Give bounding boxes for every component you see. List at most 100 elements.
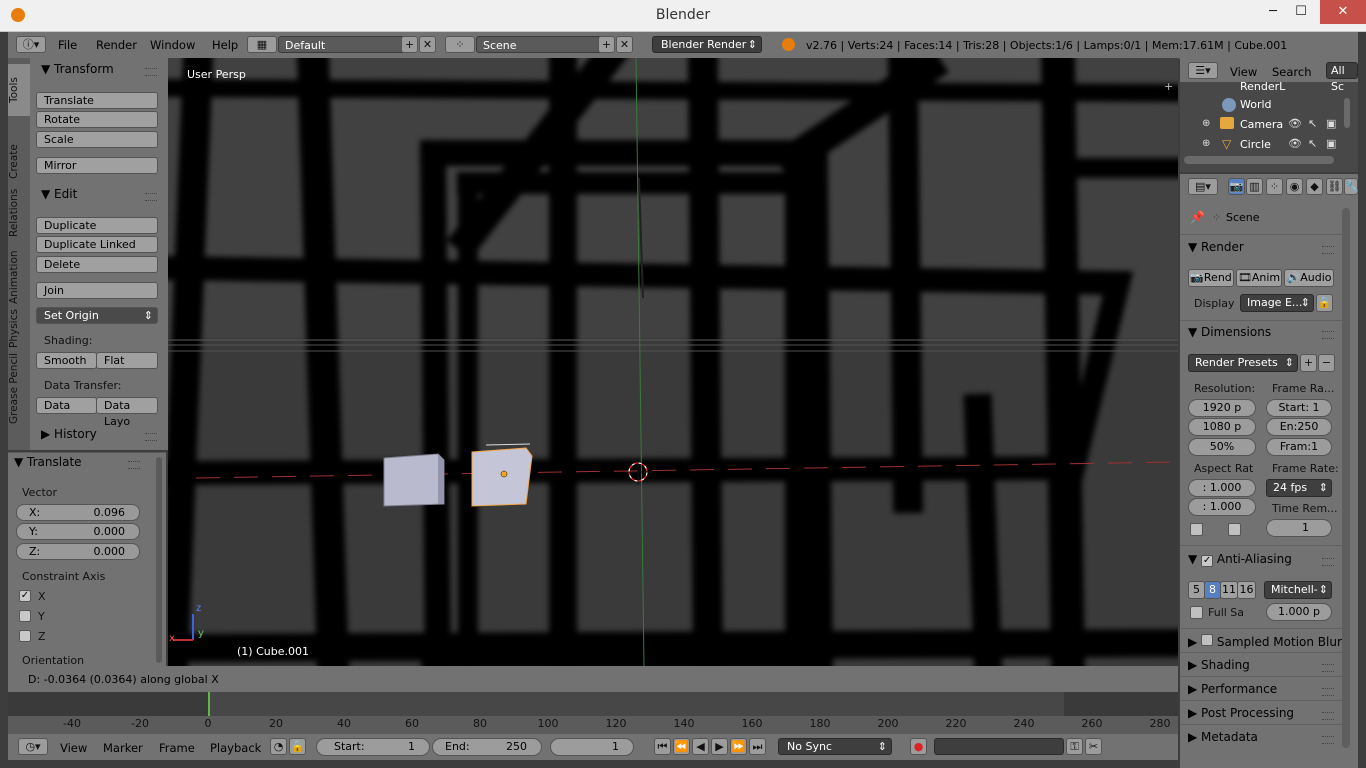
- set-origin-dropdown[interactable]: Set Origin ⇕: [36, 307, 158, 324]
- vector-z-field[interactable]: Z: 0.000: [16, 543, 140, 560]
- data-layout-button[interactable]: Data Layo: [96, 397, 158, 428]
- keying-set-field[interactable]: [934, 738, 1064, 755]
- add-layout-icon[interactable]: +: [401, 36, 418, 53]
- all-scenes-dropdown[interactable]: All Sc: [1326, 62, 1358, 93]
- outliner-editor-icon[interactable]: ☰▾: [1188, 62, 1218, 79]
- drag-grip-icon[interactable]: [1322, 664, 1334, 672]
- edit-panel-header[interactable]: ▼ Edit: [41, 187, 77, 201]
- delete-keyframe-icon[interactable]: ✂: [1085, 738, 1102, 755]
- properties-scrollbar[interactable]: [1342, 208, 1350, 748]
- drag-grip-icon[interactable]: [1322, 688, 1334, 696]
- border-checkbox[interactable]: [1190, 523, 1203, 536]
- end-frame-field[interactable]: End: 250: [432, 738, 542, 756]
- scene-field[interactable]: Scene: [476, 36, 606, 53]
- drag-grip-icon[interactable]: [145, 193, 157, 201]
- frame-step-field[interactable]: Fram:1: [1266, 438, 1332, 456]
- aa-samples-16[interactable]: 16: [1237, 581, 1256, 599]
- record-icon[interactable]: ●: [910, 738, 927, 755]
- lock-range-icon[interactable]: 🔒: [289, 738, 306, 755]
- constraints-context-icon[interactable]: ⛓: [1326, 178, 1343, 195]
- delete-scene-icon[interactable]: ✕: [616, 36, 633, 53]
- constraint-x-checkbox[interactable]: ✓: [19, 590, 31, 602]
- render-audio-button[interactable]: 🔊Audio: [1284, 269, 1334, 287]
- antialiasing-checkbox[interactable]: ✓: [1201, 555, 1214, 567]
- motion-blur-section-header[interactable]: ▶ Sampled Motion Blur: [1188, 634, 1342, 649]
- remove-preset-icon[interactable]: −: [1318, 354, 1335, 372]
- jump-next-key-icon[interactable]: ⏩: [730, 738, 747, 755]
- resolution-percent-field[interactable]: 50%: [1188, 438, 1256, 456]
- transform-panel-header[interactable]: ▼ Transform: [41, 62, 114, 76]
- display-dropdown[interactable]: Image E... ⇕: [1240, 294, 1314, 312]
- sync-dropdown[interactable]: No Sync ⇕: [778, 738, 892, 755]
- selectability-cursor-icon[interactable]: ↖: [1308, 117, 1317, 130]
- current-frame-field[interactable]: 1: [550, 738, 634, 756]
- outliner-item-world[interactable]: World: [1240, 98, 1272, 111]
- lock-interface-icon[interactable]: 🔒: [1316, 294, 1333, 312]
- flat-button[interactable]: Flat: [96, 352, 158, 369]
- menu-file[interactable]: File: [58, 38, 77, 52]
- visibility-eye-icon[interactable]: 👁: [1288, 137, 1302, 150]
- smooth-button[interactable]: Smooth: [36, 352, 97, 369]
- translate-operator-header[interactable]: ▼ Translate: [14, 455, 82, 469]
- scene-context-icon[interactable]: ⁘: [1266, 178, 1283, 195]
- delete-layout-icon[interactable]: ✕: [419, 36, 436, 53]
- drag-grip-icon[interactable]: [1322, 736, 1334, 744]
- aa-samples-5[interactable]: 5: [1188, 581, 1205, 599]
- data-transfer-button[interactable]: Data: [36, 397, 97, 414]
- 3d-viewport[interactable]: User Persp (1) Cube.001 z y x +: [168, 58, 1178, 666]
- screen-layout-icon[interactable]: ▦: [247, 36, 277, 53]
- outliner-menu-search[interactable]: Search: [1272, 65, 1312, 79]
- outliner-menu-view[interactable]: View: [1230, 65, 1257, 79]
- render-still-button[interactable]: 📷Rend: [1188, 269, 1234, 287]
- shading-section-header[interactable]: ▶ Shading: [1188, 658, 1250, 672]
- add-region-icon[interactable]: +: [1164, 81, 1174, 92]
- add-scene-icon[interactable]: +: [598, 36, 615, 53]
- frame-rate-dropdown[interactable]: 24 fps ⇕: [1266, 479, 1332, 497]
- outliner-hscrollbar[interactable]: [1184, 156, 1334, 164]
- outliner-item-camera[interactable]: Camera: [1240, 118, 1283, 131]
- play-reverse-icon[interactable]: ◀: [692, 738, 709, 755]
- post-processing-section-header[interactable]: ▶ Post Processing: [1188, 706, 1294, 720]
- time-remap-field[interactable]: 1: [1266, 519, 1332, 537]
- drag-grip-icon[interactable]: [1322, 331, 1334, 339]
- outliner-item-renderlayers[interactable]: RenderL: [1240, 80, 1285, 93]
- menu-window[interactable]: Window: [150, 38, 195, 52]
- render-section-header[interactable]: ▼ Render: [1188, 240, 1244, 254]
- scale-button[interactable]: Scale: [36, 131, 158, 148]
- timeline-editor-icon[interactable]: ◷▾: [18, 738, 48, 755]
- editor-type-icon[interactable]: ⓘ▾: [16, 36, 46, 53]
- constraint-z-checkbox[interactable]: [19, 630, 31, 642]
- jump-start-icon[interactable]: ⏮: [654, 738, 671, 755]
- timeline-menu-playback[interactable]: Playback: [210, 741, 261, 755]
- vector-y-field[interactable]: Y: 0.000: [16, 523, 140, 540]
- drag-grip-icon[interactable]: [1322, 558, 1334, 566]
- modifiers-context-icon[interactable]: 🔧: [1344, 178, 1359, 195]
- object-context-icon[interactable]: ◆: [1306, 178, 1323, 195]
- drag-grip-icon[interactable]: [128, 461, 140, 469]
- outliner-item-circle[interactable]: Circle: [1240, 138, 1271, 151]
- aspect-x-field[interactable]: : 1.000: [1188, 479, 1256, 497]
- tab-tools[interactable]: Tools: [8, 64, 30, 116]
- constraint-y-checkbox[interactable]: [19, 610, 31, 622]
- menu-render[interactable]: Render: [96, 38, 137, 52]
- tab-grease-pencil[interactable]: Grease Pencil: [8, 338, 30, 438]
- drag-grip-icon[interactable]: [145, 433, 157, 441]
- render-layers-context-icon[interactable]: ▥: [1246, 178, 1263, 195]
- close-window-button[interactable]: ✕: [1320, 0, 1366, 24]
- antialiasing-section-header[interactable]: ▼ ✓ Anti-Aliasing: [1188, 552, 1292, 567]
- timeline-menu-view[interactable]: View: [60, 741, 87, 755]
- performance-section-header[interactable]: ▶ Performance: [1188, 682, 1277, 696]
- add-preset-icon[interactable]: +: [1300, 354, 1317, 372]
- render-engine-dropdown[interactable]: Blender Render ⇕: [652, 36, 762, 53]
- maximize-button[interactable]: ☐: [1284, 0, 1318, 24]
- crop-checkbox[interactable]: [1228, 523, 1241, 536]
- duplicate-linked-button[interactable]: Duplicate Linked: [36, 236, 158, 253]
- selectability-cursor-icon[interactable]: ↖: [1308, 137, 1317, 150]
- aa-filter-dropdown[interactable]: Mitchell- ⇕: [1264, 581, 1332, 599]
- timeline[interactable]: -40 -20 0 20 40 60 80 100 120 140 160 18…: [8, 692, 1178, 734]
- drag-grip-icon[interactable]: [145, 68, 157, 76]
- dimensions-section-header[interactable]: ▼ Dimensions: [1188, 325, 1271, 339]
- world-context-icon[interactable]: ◉: [1286, 178, 1303, 195]
- menu-help[interactable]: Help: [212, 38, 238, 52]
- frame-end-field[interactable]: En:250: [1266, 418, 1332, 436]
